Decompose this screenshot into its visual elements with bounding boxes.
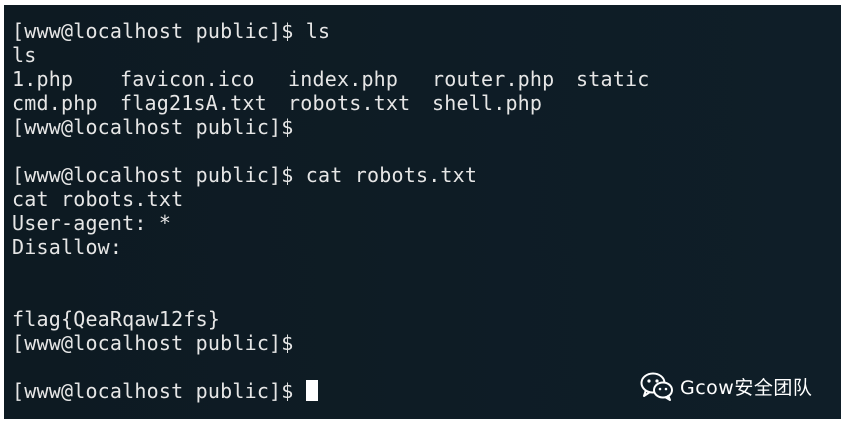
ls-output-row: cmd.php flag21sA.txt robots.txt shell.ph… (12, 91, 542, 115)
file-name: cmd.php (12, 91, 98, 115)
text-cursor (305, 380, 318, 401)
terminal-line: Disallow: (12, 235, 123, 259)
file-name: router.php (432, 67, 555, 91)
terminal-prompt-line[interactable]: [www@localhost public]$ (12, 379, 477, 403)
watermark: Gcow安全团队 (640, 371, 812, 401)
file-name: 1.php (12, 67, 74, 91)
file-name: shell.php (432, 91, 543, 115)
file-name: robots.txt (288, 91, 411, 115)
terminal-line: User-agent: * (12, 211, 172, 235)
terminal-line: [www@localhost public]$ ls (12, 19, 331, 43)
terminal-line: flag{QeaRqaw12fs} (12, 307, 221, 331)
ls-output-row: 1.php favicon.ico index.php router.php s… (12, 67, 649, 91)
terminal-line: ls (12, 43, 37, 67)
watermark-text: Gcow安全团队 (680, 376, 813, 399)
terminal-line: [www@localhost public]$ (12, 331, 294, 355)
wechat-icon (640, 372, 673, 401)
file-name: index.php (288, 67, 399, 91)
file-name: flag21sA.txt (120, 91, 267, 115)
file-name: favicon.ico (120, 67, 255, 91)
file-name: static (576, 67, 650, 91)
terminal-window[interactable]: [www@localhost public]$ ls ls 1.php favi… (4, 5, 841, 419)
terminal-output: [www@localhost public]$ ls ls 1.php favi… (12, 19, 649, 403)
terminal-prompt: [www@localhost public]$ (12, 379, 294, 403)
